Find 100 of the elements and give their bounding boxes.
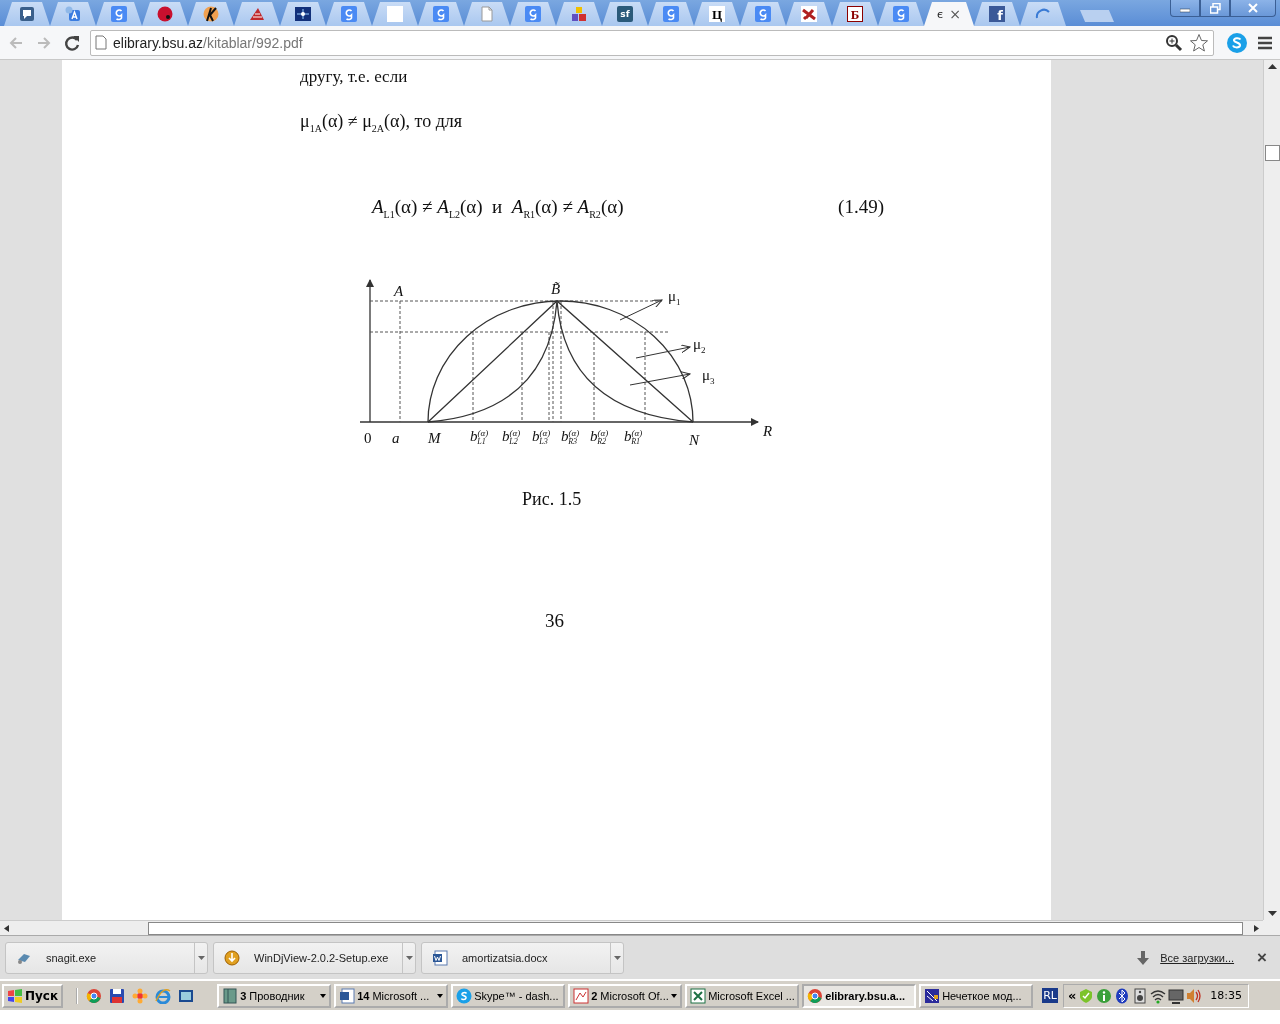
formula-text: μ$_{1}$$_{A}$(α) ≠ μ$_{2}$$_{A}$(α), то для <box>300 111 464 134</box>
chart-document-icon <box>573 987 590 1004</box>
taskbar-button[interactable]: elibrary.bsu.a... <box>802 983 917 1008</box>
ie-icon[interactable] <box>155 987 172 1004</box>
cubes-icon <box>571 6 587 22</box>
triangle-icon <box>249 6 265 22</box>
g-letter-icon <box>663 6 679 22</box>
browser-tab[interactable]: sf <box>602 2 648 26</box>
caret-icon[interactable] <box>671 993 678 998</box>
flower-icon[interactable] <box>132 987 149 1004</box>
bluetooth-icon[interactable] <box>1114 987 1131 1004</box>
taskbar-button[interactable]: Skype™ - dash... <box>451 983 566 1008</box>
point-label: M <box>427 429 442 449</box>
skype-icon <box>456 987 473 1004</box>
g-letter-icon <box>755 6 771 22</box>
file-name: amortizatsia.docx <box>462 951 549 964</box>
browser-tab[interactable]: Б <box>832 2 878 26</box>
paragraph-text: другу, т.е. если <box>300 66 409 87</box>
restore-icon[interactable] <box>1209 2 1221 14</box>
letter-logo-icon: Ц <box>709 6 725 22</box>
browser-tab[interactable]: є × <box>924 2 974 26</box>
expand-tray-button[interactable]: « <box>1067 988 1077 1003</box>
browser-tab[interactable] <box>280 2 326 26</box>
point-label: N <box>688 431 701 451</box>
download-item[interactable]: snagit.exe <box>5 941 208 974</box>
browser-tab[interactable] <box>4 2 50 26</box>
scrollbar-thumb[interactable] <box>148 922 1243 935</box>
download-item[interactable]: WinDjView-2.0.2-Setup.exe <box>213 941 416 974</box>
browser-tab[interactable]: Ц <box>694 2 740 26</box>
taskbar-button[interactable]: Microsoft Excel ... <box>685 983 800 1008</box>
tab-title: є <box>937 7 944 21</box>
plane-icon <box>801 6 817 22</box>
chrome-icon[interactable] <box>86 987 103 1004</box>
axis-label: R <box>762 422 774 442</box>
scrollbar-thumb[interactable] <box>1264 144 1280 161</box>
g-letter-icon <box>111 6 127 22</box>
close-icon[interactable] <box>1248 3 1258 13</box>
taskbar-button[interactable]: 3 Проводник <box>217 983 332 1008</box>
screen-icon[interactable] <box>178 987 195 1004</box>
curve-label: μ$_{3}$ <box>701 366 716 389</box>
caret-icon[interactable] <box>320 993 327 998</box>
address-bar[interactable]: elibrary.bsu.az/kitablar/992.pdf <box>90 29 1214 56</box>
g-letter-icon <box>525 6 541 22</box>
minimize-button[interactable] <box>1170 0 1200 17</box>
windows-flag-icon <box>7 988 23 1003</box>
translate-icon <box>65 6 81 22</box>
letter-logo-icon: Б <box>847 6 863 22</box>
taskbar-button[interactable]: Нечеткое мод... <box>919 983 1034 1008</box>
word-document-icon <box>432 949 448 966</box>
page-number: 36 <box>545 610 565 633</box>
browser-tab[interactable] <box>786 2 832 26</box>
vertical-scrollbar[interactable] <box>1263 60 1280 920</box>
close-button[interactable] <box>1230 0 1276 17</box>
restore-button[interactable] <box>1200 0 1230 17</box>
taskbar-button[interactable]: 2 Microsoft Of... <box>568 983 683 1008</box>
letter-logo-icon: sf <box>617 6 633 22</box>
close-button[interactable]: × <box>1257 947 1267 968</box>
point-label: A <box>392 282 405 302</box>
axis-label: a <box>391 429 401 449</box>
url-text: elibrary.bsu.az/kitablar/992.pdf <box>113 34 304 51</box>
browser-tab[interactable]: f <box>974 2 1020 26</box>
curve-label: μ$_{1}$ <box>667 287 682 310</box>
facebook-logo-icon: f <box>989 6 1005 22</box>
k-logo-icon <box>203 6 219 22</box>
bookcase-icon <box>222 987 239 1004</box>
wifi-icon[interactable] <box>1150 987 1167 1004</box>
chrome-icon <box>807 987 824 1004</box>
chat-icon <box>19 6 35 22</box>
formula-text: A$_{L1}$(α) ≠ A$_{L2}$(α) и A$_{R1}$(α) ≠ A$_{R2}$(α) <box>372 195 624 220</box>
file-name: WinDjView-2.0.2-Setup.exe <box>254 951 389 964</box>
spreadsheet-icon <box>690 987 707 1004</box>
taskbar-button[interactable]: 14 Microsoft ... <box>334 983 449 1008</box>
circle-logo-icon <box>157 6 173 22</box>
blank-page-icon <box>387 6 403 22</box>
document-icon <box>479 6 495 22</box>
monitor-icon[interactable] <box>1168 987 1185 1004</box>
equation-number: (1.49) <box>838 195 884 219</box>
all-downloads-link[interactable]: Все загрузки... <box>1160 951 1235 964</box>
zoom-icon[interactable] <box>1165 33 1183 52</box>
caret-icon[interactable] <box>437 993 444 998</box>
g-letter-icon <box>433 6 449 22</box>
app-icon <box>924 987 941 1004</box>
word-document-icon <box>339 987 356 1004</box>
figure-caption: Рис. 1.5 <box>522 489 583 511</box>
speaker-box-icon[interactable] <box>1132 987 1149 1004</box>
language-indicator[interactable]: RL <box>1042 988 1058 1003</box>
clock: 18:35 <box>1210 989 1242 1002</box>
point-label: B̃ <box>550 280 562 300</box>
volume-icon[interactable] <box>1186 987 1203 1004</box>
tab-close-button[interactable]: × <box>949 7 961 21</box>
g-letter-icon <box>893 6 909 22</box>
browser-tab[interactable] <box>188 2 234 26</box>
download-item[interactable]: amortizatsia.docx <box>421 941 624 974</box>
page-icon <box>95 35 107 50</box>
skype-icon[interactable] <box>1226 31 1248 54</box>
horizontal-scrollbar[interactable] <box>0 920 1263 935</box>
axis-label: 0 <box>363 429 373 449</box>
start-button[interactable]: Пуск <box>2 983 64 1008</box>
g-letter-icon <box>341 6 357 22</box>
download-arrow-icon <box>1137 950 1150 965</box>
